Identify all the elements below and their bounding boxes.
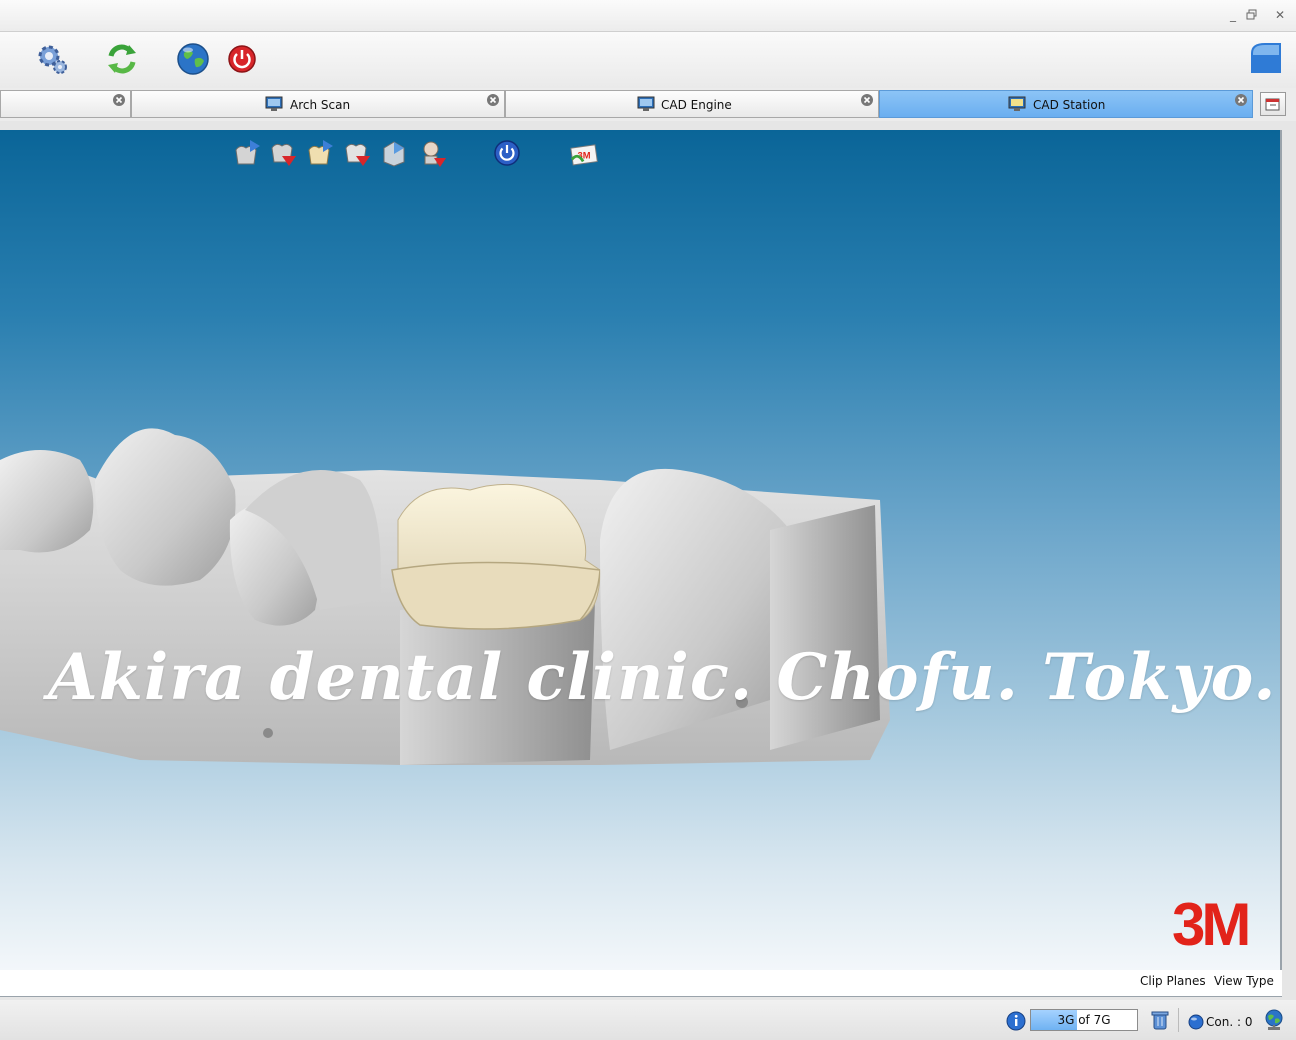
close-tab-icon[interactable]	[112, 93, 126, 107]
close-tab-icon[interactable]	[486, 93, 500, 107]
globe-icon[interactable]	[175, 41, 211, 77]
monitor-icon	[1008, 96, 1026, 111]
main-toolbar	[0, 32, 1296, 89]
monitor-icon	[637, 96, 655, 111]
divider	[1178, 1008, 1179, 1032]
power-icon[interactable]	[492, 138, 522, 168]
import-scan-icon[interactable]	[232, 138, 262, 168]
status-bar: 3G of 7G Con. : 0	[0, 1000, 1296, 1040]
tab-menu-button[interactable]	[1260, 92, 1286, 116]
refresh-icon[interactable]	[104, 41, 140, 77]
tab-label: CAD Station	[1033, 98, 1106, 112]
view-menu-bar: Clip Planes View Type	[0, 970, 1282, 997]
app-logo-icon	[1249, 41, 1283, 75]
export-scan-icon[interactable]	[268, 138, 298, 168]
3m-logo: 3M	[1172, 891, 1251, 958]
restore-icon[interactable]	[1245, 8, 1259, 22]
import-crown-icon[interactable]	[305, 138, 335, 168]
3m-export-icon[interactable]: 3M	[570, 138, 600, 168]
clip-planes-menu[interactable]: Clip Planes	[1140, 974, 1206, 988]
minimize-icon[interactable]: _	[1226, 8, 1240, 22]
title-bar: _ ✕	[0, 0, 1296, 32]
export-crown-icon[interactable]	[342, 138, 372, 168]
connection-count: Con. : 0	[1206, 1015, 1253, 1029]
tab-cad-engine[interactable]: CAD Engine	[505, 90, 879, 118]
tab-label: CAD Engine	[661, 98, 732, 112]
tab-cad-station[interactable]: CAD Station	[879, 90, 1253, 118]
tab-label: Arch Scan	[290, 98, 351, 112]
connection-icon	[1188, 1014, 1204, 1030]
monitor-icon	[265, 96, 283, 111]
trash-icon[interactable]	[1150, 1009, 1170, 1031]
network-globe-icon[interactable]	[1262, 1008, 1286, 1032]
tab-unnamed[interactable]	[0, 90, 131, 118]
info-icon[interactable]	[1006, 1011, 1026, 1031]
close-tab-icon[interactable]	[1234, 93, 1248, 107]
memory-meter: 3G of 7G	[1030, 1009, 1138, 1031]
tab-arch-scan[interactable]: Arch Scan	[131, 90, 505, 118]
die-icon[interactable]	[379, 138, 409, 168]
cad-viewport[interactable]: 3M Akira dental clinic. Chofu. Tokyo. 3M	[0, 130, 1280, 970]
view-type-menu[interactable]: View Type	[1214, 974, 1274, 988]
close-tab-icon[interactable]	[860, 93, 874, 107]
detach-icon	[1265, 98, 1280, 111]
close-icon[interactable]: ✕	[1273, 8, 1287, 22]
tab-bar: Arch Scan CAD Engine CAD Station	[0, 88, 1296, 121]
dental-model[interactable]	[0, 420, 900, 780]
memory-text: 3G of 7G	[1057, 1013, 1111, 1027]
patient-export-icon[interactable]	[418, 138, 448, 168]
viewport-border	[1280, 130, 1282, 970]
clinic-watermark: Akira dental clinic. Chofu. Tokyo.	[48, 640, 1277, 715]
gear-icon[interactable]	[34, 41, 70, 77]
power-icon[interactable]	[225, 41, 261, 77]
